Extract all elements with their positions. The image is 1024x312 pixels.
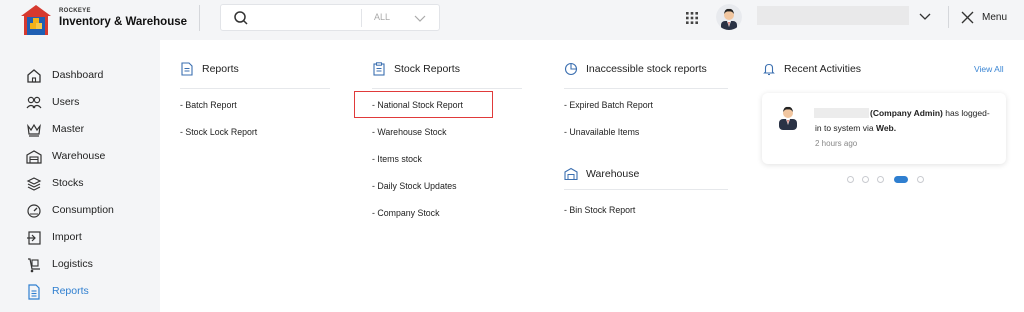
activity-text: in to system via <box>815 123 874 133</box>
column-title: Recent Activities <box>784 63 862 75</box>
chevron-down-icon[interactable] <box>918 11 932 23</box>
search-scope-select[interactable]: ALL <box>374 12 390 22</box>
activity-timestamp: 2 hours ago <box>815 139 858 148</box>
sidebar-item-consumption[interactable]: Consumption <box>26 201 156 219</box>
layers-icon <box>26 177 42 191</box>
menu-label: Menu <box>982 12 1008 23</box>
link-unavailable-items[interactable]: - Unavailable Items <box>564 127 639 137</box>
users-icon <box>26 96 42 109</box>
import-icon <box>27 231 41 245</box>
sidebar-item-label: Consumption <box>52 204 114 216</box>
gauge-icon <box>27 204 41 218</box>
search-icon[interactable] <box>233 10 249 26</box>
menu-button[interactable]: Menu <box>948 6 1014 28</box>
warehouse-icon <box>26 150 42 164</box>
view-all-link[interactable]: View All <box>974 64 1004 74</box>
link-bin-stock-report[interactable]: - Bin Stock Report <box>564 205 635 215</box>
link-items-stock[interactable]: - Items stock <box>372 154 422 164</box>
link-national-stock-report[interactable]: - National Stock Report <box>372 100 463 110</box>
close-icon[interactable] <box>961 11 974 24</box>
avatar <box>779 106 797 130</box>
carousel-dot[interactable] <box>917 176 924 183</box>
sidebar-item-label: Reports <box>52 285 89 297</box>
home-icon <box>27 69 41 83</box>
column-divider <box>180 88 330 89</box>
link-stock-lock-report[interactable]: - Stock Lock Report <box>180 127 257 137</box>
activity-card[interactable]: (Company Admin) has logged- in to system… <box>762 93 1006 164</box>
rockeye-logo[interactable] <box>19 3 53 37</box>
carousel-dot[interactable] <box>847 176 854 183</box>
column-divider <box>372 88 522 89</box>
bell-icon <box>763 63 775 76</box>
carousel-dot-active[interactable] <box>894 176 908 183</box>
sidebar-item-users[interactable]: Users <box>26 93 156 111</box>
sidebar-item-stocks[interactable]: Stocks <box>26 174 156 192</box>
sidebar-item-label: Logistics <box>52 258 93 270</box>
chevron-down-icon[interactable] <box>413 11 427 25</box>
carousel-dot[interactable] <box>862 176 869 183</box>
sidebar-item-warehouse[interactable]: Warehouse <box>26 147 156 165</box>
activity-line-2: in to system via Web. <box>815 123 896 133</box>
column-title: Inaccessible stock reports <box>586 63 707 75</box>
brand-subtitle: ROCKEYE <box>59 8 91 14</box>
column-divider <box>564 189 728 190</box>
top-header: ROCKEYE Inventory & Warehouse ALL Menu <box>0 0 1024 40</box>
carousel-dots <box>847 175 937 185</box>
link-daily-stock-updates[interactable]: - Daily Stock Updates <box>372 181 457 191</box>
header-divider <box>199 5 200 31</box>
dolly-icon <box>28 258 40 273</box>
activity-channel: Web. <box>875 123 897 133</box>
link-company-stock[interactable]: - Company Stock <box>372 208 439 218</box>
sidebar-item-import[interactable]: Import <box>26 228 156 246</box>
column-title: Reports <box>202 63 239 75</box>
sidebar: Dashboard Users Master Warehouse Stocks … <box>0 40 160 312</box>
user-name-field[interactable] <box>757 6 909 25</box>
sidebar-item-label: Users <box>52 96 80 108</box>
sidebar-item-label: Warehouse <box>52 150 106 162</box>
link-warehouse-stock[interactable]: - Warehouse Stock <box>372 127 446 137</box>
search-separator <box>361 9 362 27</box>
warehouse-icon <box>564 167 578 181</box>
column-title: Stock Reports <box>394 63 460 75</box>
sidebar-item-master[interactable]: Master <box>26 120 156 138</box>
redacted-user-name <box>814 108 869 118</box>
brand-title: Inventory & Warehouse <box>59 16 188 28</box>
sidebar-item-reports[interactable]: Reports <box>26 282 156 300</box>
document-icon <box>28 284 40 300</box>
search-bar[interactable]: ALL <box>220 4 440 31</box>
sidebar-item-label: Dashboard <box>52 69 104 81</box>
activity-text: has logged- <box>945 108 990 118</box>
column-title: Warehouse <box>586 168 640 180</box>
crown-icon <box>27 123 41 137</box>
sidebar-item-logistics[interactable]: Logistics <box>26 255 156 273</box>
document-icon <box>181 62 193 76</box>
link-batch-report[interactable]: - Batch Report <box>180 100 237 110</box>
sidebar-item-dashboard[interactable]: Dashboard <box>26 66 156 84</box>
activity-line-1: (Company Admin) has logged- <box>870 108 990 118</box>
carousel-dot[interactable] <box>877 176 884 183</box>
reports-mega-menu: Reports - Batch Report - Stock Lock Repo… <box>160 40 1024 312</box>
column-divider <box>564 88 728 89</box>
apps-grid-icon[interactable] <box>686 12 698 24</box>
sidebar-item-label: Import <box>52 231 82 243</box>
pie-chart-icon <box>564 62 578 76</box>
sidebar-item-label: Master <box>52 123 85 135</box>
clipboard-icon <box>373 62 385 76</box>
activity-role: (Company Admin) <box>870 108 943 118</box>
link-expired-batch-report[interactable]: - Expired Batch Report <box>564 100 653 110</box>
sidebar-item-label: Stocks <box>52 177 84 189</box>
avatar[interactable] <box>716 4 742 30</box>
